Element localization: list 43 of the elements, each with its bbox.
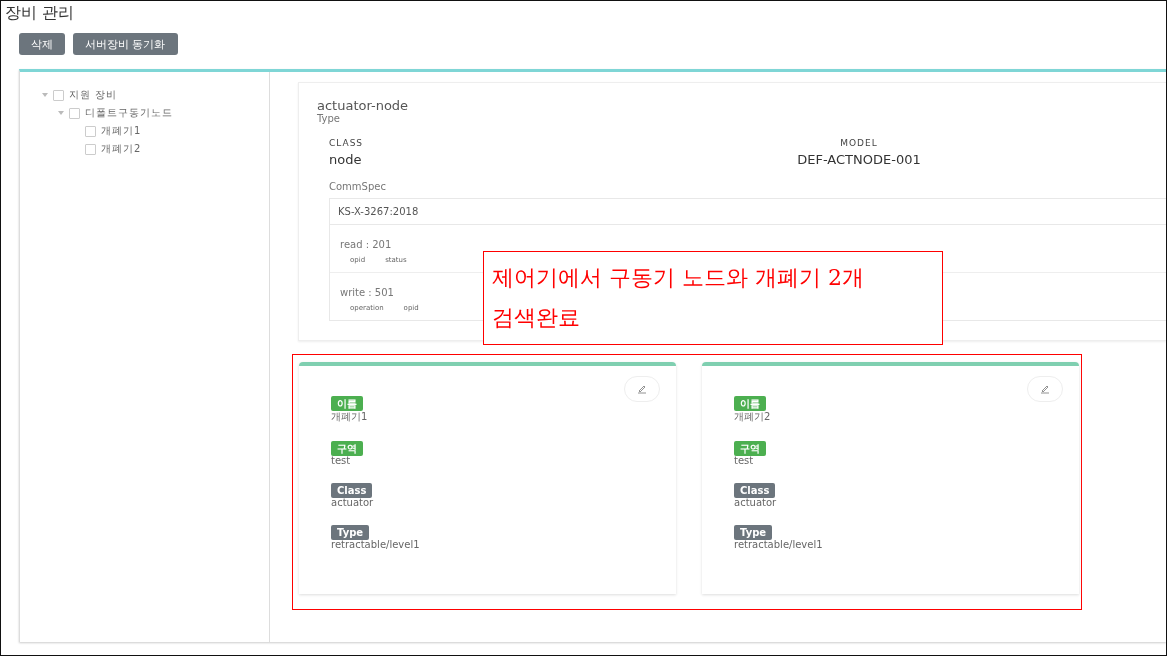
commspec-title: KS-X-3267:2018 <box>330 199 1166 225</box>
tree-item[interactable]: 개폐기1 <box>101 124 142 138</box>
annotation-text: 제어기에서 구동기 노드와 개폐기 2개 <box>492 264 865 292</box>
field-label: MODEL <box>839 138 879 148</box>
field-label: CLASS <box>329 138 365 148</box>
field-value: DEF-ACTNODE-001 <box>796 152 922 167</box>
field-tag: 구역 <box>331 441 363 456</box>
field-tag: 이름 <box>331 396 363 411</box>
field-tag: Class <box>734 483 776 498</box>
caret-icon[interactable] <box>58 111 64 115</box>
field-tag: 이름 <box>734 396 766 411</box>
field-value: retractable/level1 <box>734 539 824 550</box>
edit-icon[interactable] <box>1027 376 1063 402</box>
checkbox[interactable] <box>85 143 96 155</box>
toolbar-button[interactable]: 삭제 <box>19 33 65 55</box>
annotation-text: 검색완료 <box>492 304 581 332</box>
field-value: actuator <box>734 497 778 508</box>
checkbox[interactable] <box>53 89 64 101</box>
tree-item[interactable]: 디폴트구동기노드 <box>85 106 173 120</box>
page-title: 장비 관리 <box>4 2 76 24</box>
field-tag: Class <box>331 483 373 498</box>
tree-item[interactable]: 개폐기2 <box>101 142 142 156</box>
name-caption: Type <box>317 113 341 124</box>
edit-icon[interactable] <box>624 376 660 402</box>
commspec-label: CommSpec <box>328 180 387 194</box>
tree-item[interactable]: 지원 장비 <box>69 88 118 102</box>
field-tag: Type <box>734 525 773 540</box>
field-value: 개폐기1 <box>331 410 369 424</box>
field-value: test <box>331 455 352 466</box>
caret-icon[interactable] <box>42 93 48 97</box>
field-value: retractable/level1 <box>331 539 421 550</box>
toolbar-button[interactable]: 서버장비 동기화 <box>73 33 178 55</box>
field-tag: Type <box>331 525 370 540</box>
field-value: 개폐기2 <box>734 410 772 424</box>
field-value: test <box>734 455 755 466</box>
spec-title: read : 201 <box>340 239 392 250</box>
checkbox[interactable] <box>69 107 80 119</box>
device-name: actuator-node <box>317 98 410 113</box>
checkbox[interactable] <box>85 125 96 137</box>
field-value: node <box>329 152 363 167</box>
spec-title: write : 501 <box>340 287 394 298</box>
field-tag: 구역 <box>734 441 766 456</box>
field-value: actuator <box>331 497 375 508</box>
